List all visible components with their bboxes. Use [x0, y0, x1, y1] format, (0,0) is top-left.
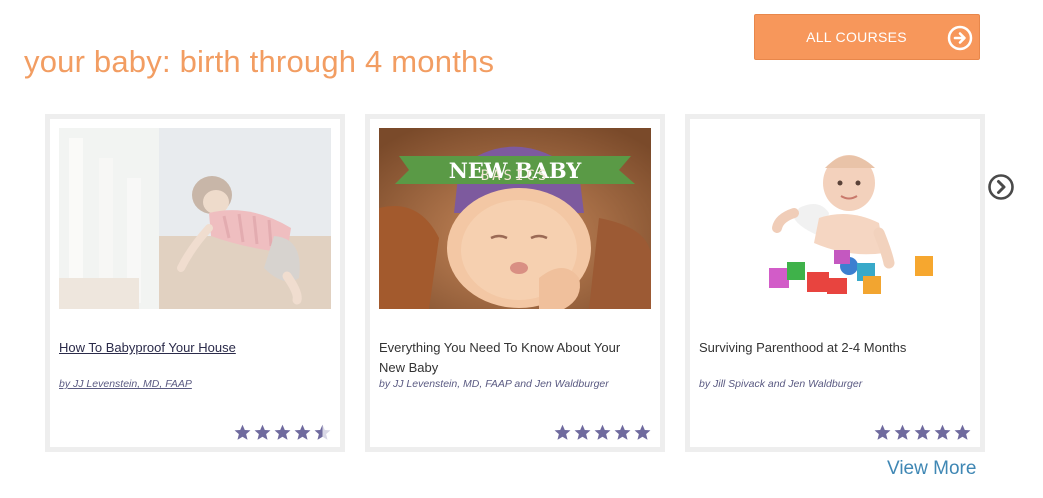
star-icon	[294, 424, 311, 440]
star-icon	[254, 424, 271, 440]
star-icon	[314, 424, 331, 440]
star-icon	[594, 424, 611, 440]
star-icon	[934, 424, 951, 440]
banner-subtitle-text: BASICS	[480, 168, 550, 184]
star-icon	[274, 424, 291, 440]
course-author[interactable]: by JJ Levenstein, MD, FAAP and Jen Waldb…	[379, 378, 654, 390]
star-icon	[574, 424, 591, 440]
star-icon	[554, 424, 571, 440]
star-icon	[954, 424, 971, 440]
star-icon	[614, 424, 631, 440]
all-courses-label: ALL COURSES	[806, 29, 907, 45]
star-icon	[894, 424, 911, 440]
course-author[interactable]: by Jill Spivack and Jen Waldburger	[699, 378, 974, 390]
course-card[interactable]: Surviving Parenthood at 2-4 Months by Ji…	[685, 114, 985, 452]
star-icon	[234, 424, 251, 440]
course-rating	[234, 424, 331, 441]
course-card[interactable]: How To Babyproof Your House by JJ Levens…	[45, 114, 345, 452]
course-image-new-baby-basics[interactable]: NEW BABY BASICS BASICS	[379, 128, 651, 309]
view-more-link[interactable]: View More	[887, 458, 976, 480]
course-image-babyproof[interactable]	[59, 128, 331, 309]
course-card[interactable]: NEW BABY BASICS BASICS Everything You Ne…	[365, 114, 665, 452]
chevron-circle-right-icon[interactable]	[987, 173, 1015, 201]
all-courses-button[interactable]: ALL COURSES	[754, 14, 980, 60]
star-icon	[874, 424, 891, 440]
course-title[interactable]: Surviving Parenthood at 2-4 Months	[699, 338, 969, 358]
course-author[interactable]: by JJ Levenstein, MD, FAAP	[59, 378, 334, 390]
course-title[interactable]: Everything You Need To Know About Your N…	[379, 338, 649, 378]
course-rating	[874, 424, 971, 441]
star-icon	[914, 424, 931, 440]
course-rating	[554, 424, 651, 441]
course-image-parenthood[interactable]	[699, 128, 971, 309]
course-title[interactable]: How To Babyproof Your House	[59, 338, 329, 358]
star-icon	[634, 424, 651, 440]
section-title: your baby: birth through 4 months	[24, 44, 495, 79]
arrow-circle-right-icon	[947, 25, 973, 51]
